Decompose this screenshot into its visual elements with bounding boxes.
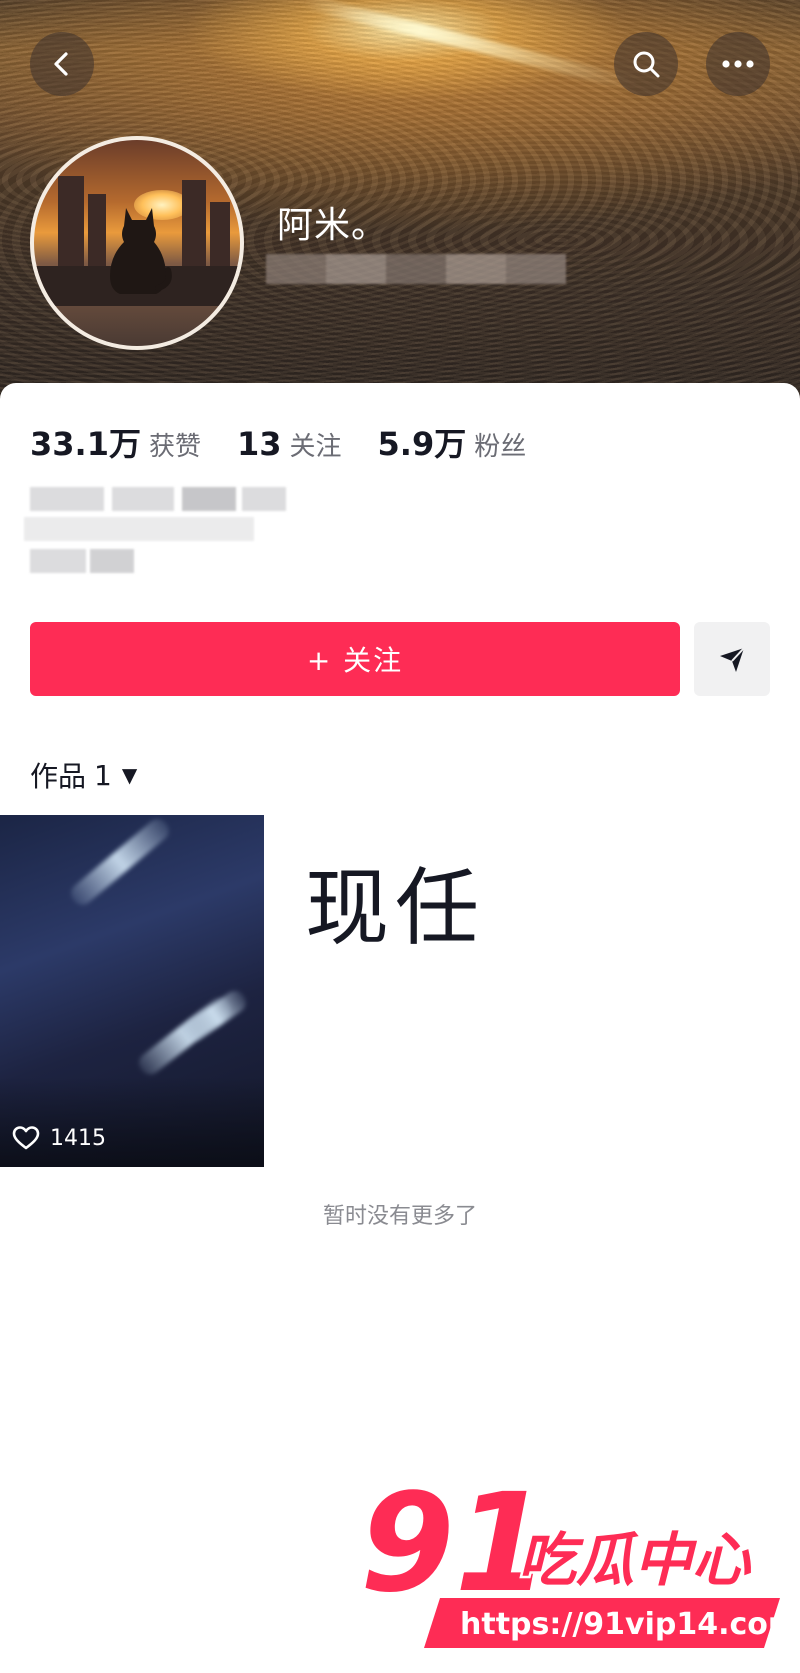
watermark-logo: 91 吃瓜中心 https://91vip14.com xyxy=(360,1470,790,1648)
svg-text:吃瓜中心: 吃瓜中心 xyxy=(518,1526,752,1594)
tab-works-count: 1 xyxy=(94,758,112,792)
heart-icon xyxy=(12,1126,40,1150)
profile-banner: 阿米。 xyxy=(0,0,800,410)
back-button[interactable] xyxy=(30,32,94,96)
search-icon xyxy=(633,51,660,78)
back-arrow-icon xyxy=(54,52,68,76)
cat-silhouette xyxy=(110,208,172,294)
stat-label: 获赞 xyxy=(148,432,201,462)
end-of-list-text: 暂时没有更多了 xyxy=(322,1204,477,1229)
stat-value: 13 xyxy=(236,425,282,463)
blurred-bio xyxy=(24,487,290,577)
share-button[interactable] xyxy=(694,622,770,696)
svg-text:https://91vip14.com: https://91vip14.com xyxy=(460,1607,790,1642)
like-count: 1415 xyxy=(12,1125,106,1151)
like-count-value: 1415 xyxy=(50,1125,106,1151)
stat-label: 粉丝 xyxy=(474,432,527,462)
stat-value: 33.1万 xyxy=(30,425,141,463)
video-thumbnail[interactable]: 1415 xyxy=(0,815,264,1167)
stats-row: 33.1万 获赞 13 关注 5.9万 粉丝 xyxy=(30,419,562,465)
more-dots-icon xyxy=(722,60,754,68)
video-caption: 现任 xyxy=(305,859,486,957)
more-button[interactable] xyxy=(706,32,770,96)
stat-label: 关注 xyxy=(289,432,342,462)
nickname: 阿米。 xyxy=(277,205,389,246)
sun-flare xyxy=(303,0,637,91)
tab-works-label: 作品 xyxy=(30,760,87,793)
tab-works[interactable]: 作品 1 ▼ xyxy=(30,755,137,795)
blurred-user-id xyxy=(266,254,566,284)
search-button[interactable] xyxy=(614,32,678,96)
caret-down-icon: ▼ xyxy=(121,763,138,787)
stat-followers[interactable]: 5.9万 粉丝 xyxy=(378,419,527,465)
send-arrow-icon xyxy=(720,647,745,672)
follow-button[interactable]: + 关注 xyxy=(30,622,680,696)
stat-following[interactable]: 13 关注 xyxy=(237,425,342,463)
avatar[interactable] xyxy=(30,136,244,350)
stat-value: 5.9万 xyxy=(377,425,467,463)
stat-likes[interactable]: 33.1万 获赞 xyxy=(30,419,201,465)
